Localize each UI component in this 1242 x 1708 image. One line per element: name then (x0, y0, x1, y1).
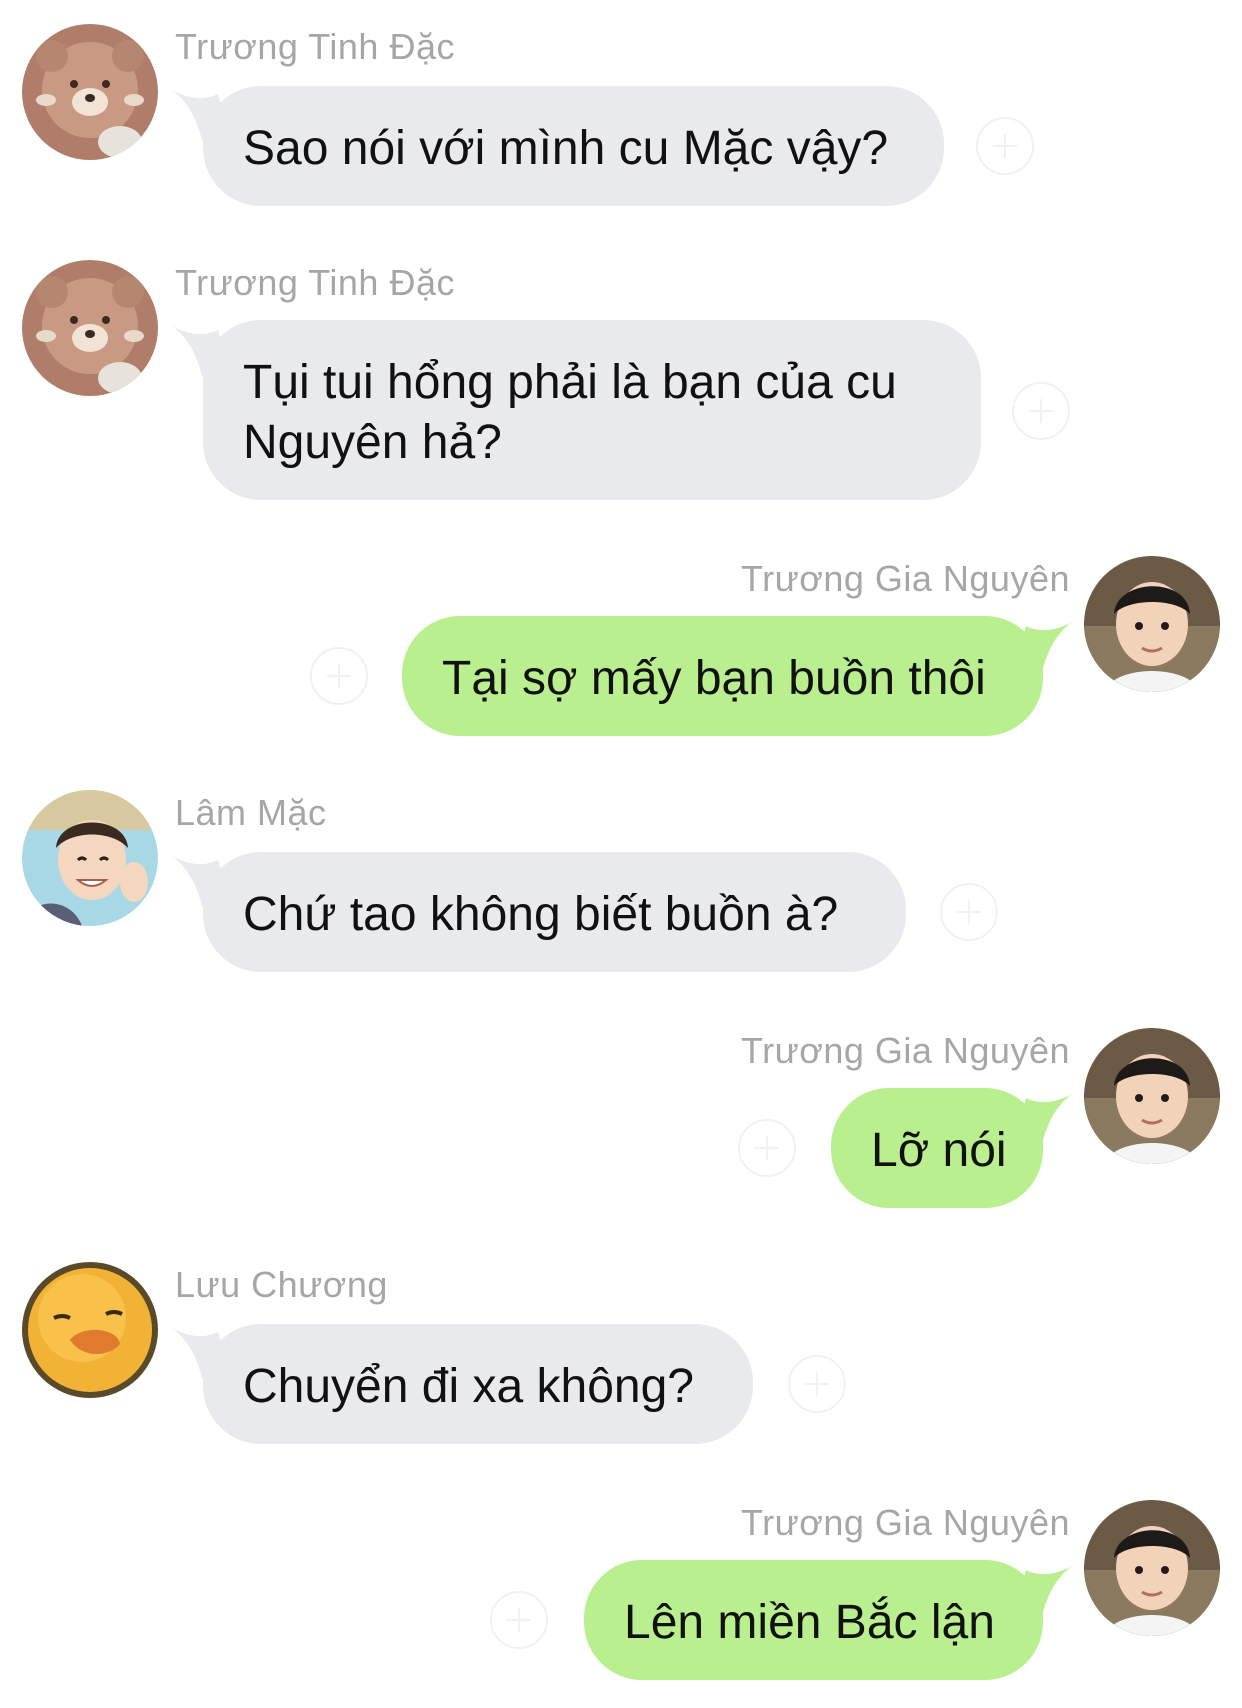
message-bubble[interactable]: Lên miền Bắc lận (584, 1560, 1043, 1680)
message-text: Lên miền Bắc lận (624, 1596, 995, 1649)
message-text: Chuyển đi xa không? (243, 1360, 694, 1413)
sender-name: Trương Tinh Đặc (175, 26, 455, 67)
duck-avatar-icon[interactable] (22, 1262, 158, 1398)
add-reaction-icon[interactable] (976, 117, 1034, 175)
boy-photo-avatar-icon[interactable] (1084, 556, 1220, 692)
sender-name: Trương Tinh Đặc (175, 262, 455, 303)
message-text: Sao nói với mình cu Mặc vậy? (243, 122, 889, 175)
add-reaction-icon[interactable] (490, 1591, 548, 1649)
message-bubble[interactable]: Chuyển đi xa không? (203, 1324, 753, 1444)
sender-name: Trương Gia Nguyên (740, 1030, 1070, 1071)
message-bubble[interactable]: Sao nói với mình cu Mặc vậy? (203, 86, 944, 206)
boy-photo-avatar-icon[interactable] (1084, 1028, 1220, 1164)
add-reaction-icon[interactable] (738, 1119, 796, 1177)
message-text: Chứ tao không biết buồn à? (243, 888, 839, 941)
message-bubble[interactable]: Chứ tao không biết buồn à? (203, 852, 906, 972)
add-reaction-icon[interactable] (1012, 382, 1070, 440)
boy-photo-avatar-icon[interactable] (1084, 1500, 1220, 1636)
bear-plush-avatar-icon[interactable] (22, 24, 158, 160)
message-bubble[interactable]: Tại sợ mấy bạn buồn thôi (402, 616, 1043, 736)
message-text: Lỡ nói (871, 1124, 1007, 1177)
add-reaction-icon[interactable] (310, 647, 368, 705)
message-text: Tại sợ mấy bạn buồn thôi (442, 652, 986, 705)
sender-name: Trương Gia Nguyên (740, 558, 1070, 599)
message-bubble[interactable]: Tụi tui hổng phải là bạn của cu Nguyên h… (203, 320, 981, 500)
add-reaction-icon[interactable] (788, 1355, 846, 1413)
add-reaction-icon[interactable] (940, 883, 998, 941)
message-bubble[interactable]: Lỡ nói (831, 1088, 1043, 1208)
sender-name: Lâm Mặc (175, 792, 327, 833)
message-text: Tụi tui hổng phải là bạn của cu Nguyên h… (243, 356, 897, 469)
bear-plush-avatar-icon[interactable] (22, 260, 158, 396)
sender-name: Trương Gia Nguyên (740, 1502, 1070, 1543)
sender-name: Lưu Chương (175, 1264, 388, 1305)
boy-waving-avatar-icon[interactable] (22, 790, 158, 926)
